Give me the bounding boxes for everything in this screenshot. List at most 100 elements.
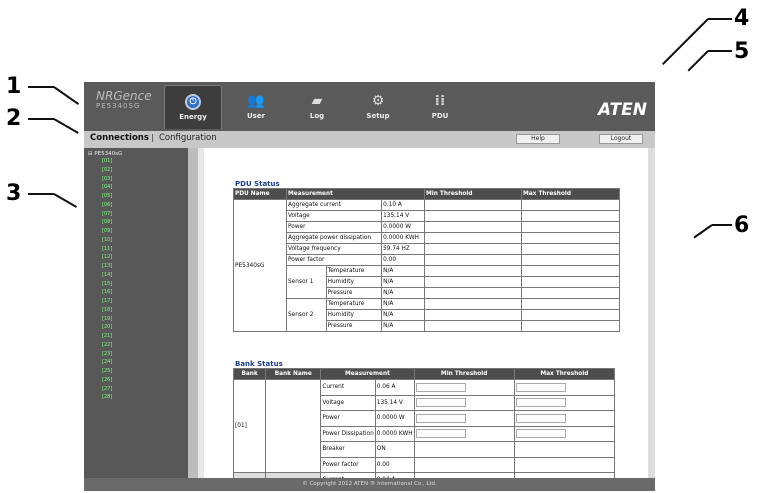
max-threshold-cell[interactable] (521, 298, 620, 310)
outlet-item[interactable]: [12] (84, 253, 198, 262)
outlet-item[interactable]: [02] (84, 166, 198, 175)
min-threshold-cell[interactable] (424, 210, 522, 222)
min-threshold-cell[interactable] (424, 320, 522, 332)
table-row: PE5340sG Aggregate current 0.10 A (233, 199, 620, 332)
outlet-item[interactable]: [21] (84, 332, 198, 341)
outlet-item[interactable]: [09] (84, 227, 198, 236)
max-threshold-cell[interactable] (521, 210, 620, 222)
max-threshold-input[interactable] (515, 413, 566, 423)
table-row: Sensor 2 Temperature N/A (234, 298, 620, 332)
min-threshold-input[interactable] (415, 398, 466, 408)
min-threshold-input[interactable] (415, 382, 466, 392)
max-threshold-input[interactable] (515, 382, 566, 392)
outlet-item[interactable]: [18] (84, 306, 198, 315)
outlet-item[interactable]: [11] (84, 245, 198, 254)
min-threshold-input[interactable] (415, 429, 466, 439)
outlet-item[interactable]: [03] (84, 175, 198, 184)
outlet-item[interactable]: [16] (84, 288, 198, 297)
tab-setup[interactable]: ⚙ Setup (349, 85, 407, 129)
min-threshold-cell[interactable] (424, 243, 522, 255)
outlet-item[interactable]: [14] (84, 271, 198, 280)
nav-configuration[interactable]: Configuration (159, 133, 217, 143)
measurement-label: Power factor (285, 254, 383, 266)
max-threshold-cell[interactable] (521, 265, 620, 277)
max-threshold-cell[interactable] (521, 243, 620, 255)
max-threshold-cell[interactable] (521, 276, 620, 288)
outlet-item[interactable]: [06] (84, 201, 198, 210)
outlet-item[interactable]: [17] (84, 297, 198, 306)
min-threshold-cell[interactable] (424, 221, 522, 233)
tab-user[interactable]: 👥 User (227, 85, 285, 129)
top-bar: NRGence PE5340SG ⏻ Energy 👥 User ▰ Log ⚙… (84, 82, 655, 131)
measurement-value: N/A (381, 298, 425, 310)
outlet-item[interactable]: [19] (84, 315, 198, 324)
sensor-name: Sensor 1 (286, 265, 327, 299)
measurement-value: N/A (381, 320, 425, 332)
max-threshold-input[interactable] (515, 398, 566, 408)
min-threshold-cell[interactable] (424, 199, 522, 211)
outlet-item[interactable]: [15] (84, 280, 198, 289)
outlet-item[interactable]: [28] (84, 393, 198, 402)
min-threshold-cell[interactable] (424, 232, 522, 244)
min-threshold-cell[interactable] (424, 265, 522, 277)
max-threshold-cell (513, 379, 616, 396)
outlet-item[interactable]: [08] (84, 218, 198, 227)
help-button[interactable]: Help (516, 134, 560, 144)
outlet-item[interactable]: [23] (84, 350, 198, 359)
max-threshold-cell (513, 425, 616, 442)
outlet-item[interactable]: [10] (84, 236, 198, 245)
outlet-item[interactable]: [20] (84, 323, 198, 332)
tab-energy[interactable]: ⏻ Energy (164, 85, 222, 129)
tab-label: Setup (366, 112, 390, 120)
logout-button[interactable]: Logout (599, 134, 643, 144)
measurement-label: Voltage (320, 394, 376, 411)
outlet-item[interactable]: [27] (84, 385, 198, 394)
max-threshold-cell[interactable] (521, 232, 620, 244)
outlet-item[interactable]: [05] (84, 192, 198, 201)
outlet-item[interactable]: [25] (84, 367, 198, 376)
outlet-item[interactable]: [24] (84, 358, 198, 367)
outlet-item[interactable]: [07] (84, 210, 198, 219)
min-threshold-cell (413, 379, 515, 396)
outlet-item[interactable]: [13] (84, 262, 198, 271)
measurement-value: N/A (381, 309, 425, 321)
min-threshold-cell[interactable] (424, 309, 522, 321)
min-threshold-cell[interactable] (424, 298, 522, 310)
column-header: Max Threshold (521, 188, 620, 200)
tree-root[interactable]: ⊟ PE5340sG (84, 148, 198, 157)
nav-connections[interactable]: Connections (90, 133, 149, 143)
outlet-item[interactable]: [01] (84, 157, 198, 166)
tab-pdu[interactable]: ⁞⁞ PDU (411, 85, 469, 129)
min-threshold-cell[interactable] (424, 287, 522, 299)
logo-text: NRGence (96, 89, 152, 103)
max-threshold-cell[interactable] (521, 199, 620, 211)
tab-log[interactable]: ▰ Log (288, 85, 346, 129)
outlet-item[interactable]: [04] (84, 183, 198, 192)
tab-label: Log (309, 112, 325, 120)
outlet-item[interactable]: [26] (84, 376, 198, 385)
bank-status-table: Bank Bank Name Measurement Min Threshold… (232, 368, 616, 478)
measurement-value: 0.06 A (374, 379, 415, 396)
max-threshold-cell[interactable] (521, 287, 620, 299)
min-threshold-cell (413, 410, 515, 427)
leader-line-6 (712, 224, 732, 226)
max-threshold-input[interactable] (515, 429, 566, 439)
measurement-label: Aggregate power dissipation (285, 232, 383, 244)
power-icon: ⏻ (185, 94, 201, 110)
max-threshold-cell[interactable] (521, 320, 620, 332)
min-threshold-cell[interactable] (424, 254, 522, 266)
outlet-item[interactable]: [22] (84, 341, 198, 350)
pdu-icon: ⁞⁞ (434, 93, 446, 109)
measurement-value: 59.74 HZ (381, 243, 425, 255)
max-threshold-cell[interactable] (521, 309, 620, 321)
min-threshold-cell[interactable] (424, 276, 522, 288)
main-scrollbar[interactable] (648, 148, 655, 478)
max-threshold-cell[interactable] (521, 254, 620, 266)
min-threshold-input[interactable] (415, 413, 466, 423)
max-threshold-cell[interactable] (521, 221, 620, 233)
sidebar-scrollbar[interactable] (188, 148, 198, 478)
min-threshold-cell (413, 394, 515, 411)
table-row: [01] Current 0.06 A (232, 379, 616, 473)
measurement-label: Aggregate current (285, 199, 383, 211)
leader-line-5 (708, 50, 732, 52)
